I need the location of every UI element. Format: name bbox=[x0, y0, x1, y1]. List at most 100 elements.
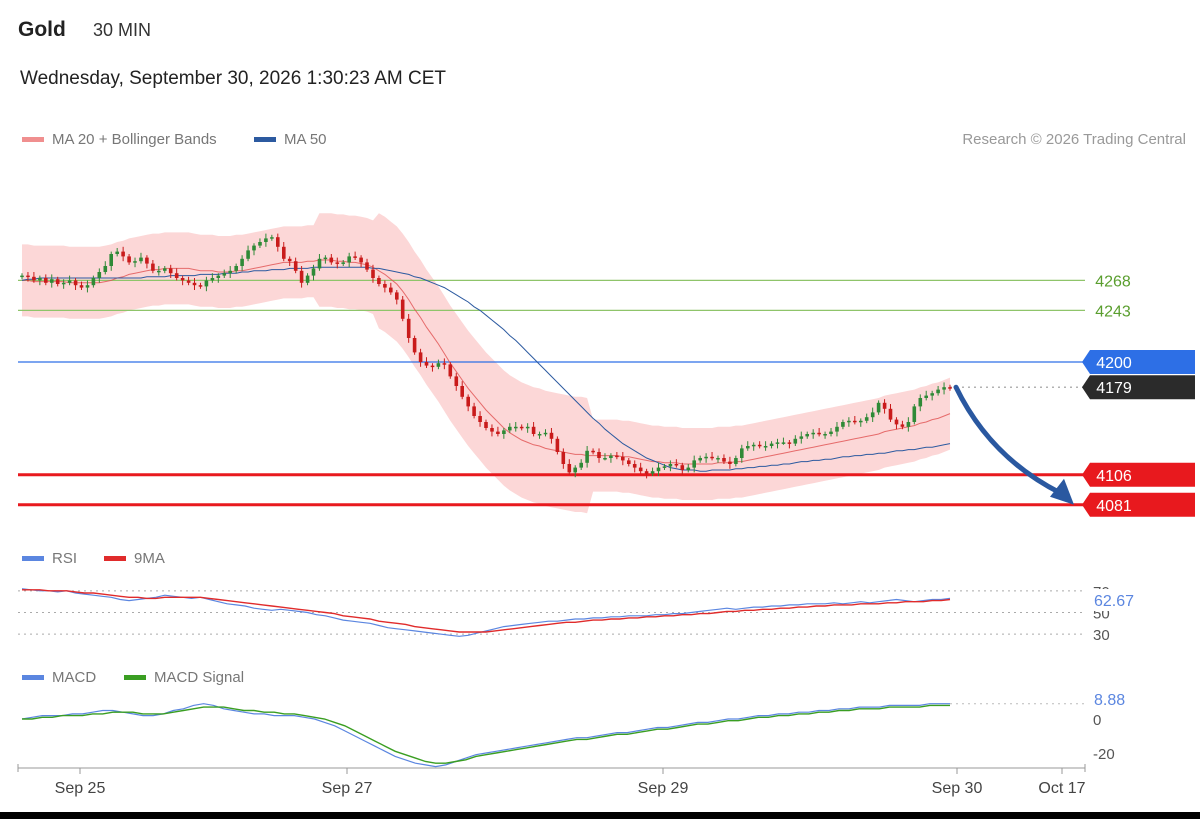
candle-body bbox=[91, 278, 96, 286]
candle-body bbox=[264, 238, 268, 242]
candle-body bbox=[769, 443, 774, 446]
candle-body bbox=[121, 251, 125, 257]
candle-body bbox=[561, 452, 566, 464]
level-label-last: 4179 bbox=[1096, 380, 1132, 397]
candle-body bbox=[508, 426, 512, 431]
candle-body bbox=[282, 246, 286, 259]
chart-svg: 42684243420041794106408170503062.670-208… bbox=[17, 213, 1195, 797]
candle-body bbox=[50, 279, 54, 283]
candle-body bbox=[323, 257, 328, 260]
candle-body bbox=[127, 256, 131, 263]
candle-body bbox=[204, 280, 209, 287]
candle-body bbox=[882, 402, 887, 409]
candle-body bbox=[359, 257, 363, 263]
candle-body bbox=[32, 276, 36, 281]
level-label-support: 4106 bbox=[1096, 468, 1132, 485]
candle-body bbox=[686, 467, 691, 470]
candle-body bbox=[734, 458, 738, 464]
candle-body bbox=[484, 422, 488, 428]
candle-body bbox=[240, 258, 244, 266]
candle-body bbox=[180, 278, 185, 281]
candle-body bbox=[514, 426, 518, 429]
candle-body bbox=[246, 250, 250, 259]
candle-body bbox=[674, 464, 679, 466]
candle-body bbox=[627, 460, 631, 464]
candle-body bbox=[924, 395, 928, 398]
candle-body bbox=[383, 284, 387, 288]
candle-body bbox=[841, 422, 845, 427]
candle-body bbox=[287, 258, 292, 262]
candle-body bbox=[430, 365, 435, 368]
candle-body bbox=[906, 422, 911, 427]
candle-body bbox=[234, 266, 238, 271]
candle-body bbox=[811, 432, 815, 435]
candle-body bbox=[317, 258, 322, 269]
candle-body bbox=[341, 262, 345, 264]
candle-body bbox=[704, 456, 708, 459]
candle-body bbox=[133, 261, 137, 263]
candle-body bbox=[44, 278, 48, 283]
candle-body bbox=[347, 256, 351, 263]
candle-body bbox=[680, 465, 685, 470]
candle-body bbox=[525, 426, 530, 429]
candle-body bbox=[591, 450, 595, 453]
candle-body bbox=[67, 280, 72, 283]
macd-tick-label: 0 bbox=[1093, 712, 1101, 729]
candle-body bbox=[567, 464, 572, 473]
candle-body bbox=[549, 432, 554, 439]
candle-body bbox=[139, 257, 143, 262]
candle-body bbox=[781, 442, 786, 444]
x-tick-label: Sep 30 bbox=[932, 780, 983, 797]
candle-body bbox=[186, 280, 191, 283]
candle-body bbox=[371, 269, 375, 278]
candle-body bbox=[55, 279, 60, 284]
candle-body bbox=[335, 262, 340, 264]
candle-body bbox=[793, 438, 798, 444]
candle-body bbox=[365, 262, 369, 270]
candle-body bbox=[698, 458, 702, 461]
candle-body bbox=[870, 412, 875, 418]
candle-body bbox=[662, 466, 667, 468]
candle-body bbox=[888, 408, 893, 420]
candle-body bbox=[740, 448, 744, 458]
candle-body bbox=[609, 455, 613, 458]
candle-body bbox=[26, 275, 30, 278]
candle-body bbox=[656, 467, 661, 472]
candle-body bbox=[424, 362, 429, 366]
bollinger-band-area bbox=[22, 213, 950, 514]
candle-body bbox=[353, 256, 357, 258]
candle-body bbox=[805, 434, 809, 437]
candle-body bbox=[151, 263, 155, 271]
level-label-resistance: 4243 bbox=[1095, 303, 1131, 320]
candle-body bbox=[853, 420, 857, 423]
x-tick-label: Sep 27 bbox=[322, 780, 373, 797]
candle-body bbox=[823, 434, 827, 436]
candle-body bbox=[478, 416, 482, 422]
candle-body bbox=[377, 278, 381, 284]
candle-body bbox=[252, 245, 256, 251]
macd-tick-label: -20 bbox=[1093, 746, 1115, 763]
candle-body bbox=[763, 446, 768, 448]
candle-body bbox=[395, 292, 399, 300]
candle-body bbox=[400, 299, 405, 319]
candle-body bbox=[418, 352, 423, 362]
candle-body bbox=[299, 270, 304, 283]
candle-body bbox=[775, 442, 780, 444]
candle-body bbox=[859, 420, 863, 423]
candle-body bbox=[579, 462, 583, 468]
rsi-tick-label: 30 bbox=[1093, 627, 1110, 644]
candle-body bbox=[644, 471, 649, 474]
candle-body bbox=[168, 268, 173, 274]
candle-body bbox=[198, 285, 203, 287]
candle-body bbox=[192, 282, 197, 286]
candle-body bbox=[799, 436, 804, 439]
candle-body bbox=[466, 396, 470, 407]
candle-body bbox=[519, 426, 524, 429]
candle-body bbox=[79, 285, 84, 288]
candle-body bbox=[531, 426, 536, 434]
candle-body bbox=[270, 237, 274, 239]
x-tick-label: Sep 25 bbox=[55, 780, 106, 797]
candle-body bbox=[293, 261, 298, 271]
candle-body bbox=[258, 242, 262, 246]
candle-body bbox=[787, 442, 792, 444]
